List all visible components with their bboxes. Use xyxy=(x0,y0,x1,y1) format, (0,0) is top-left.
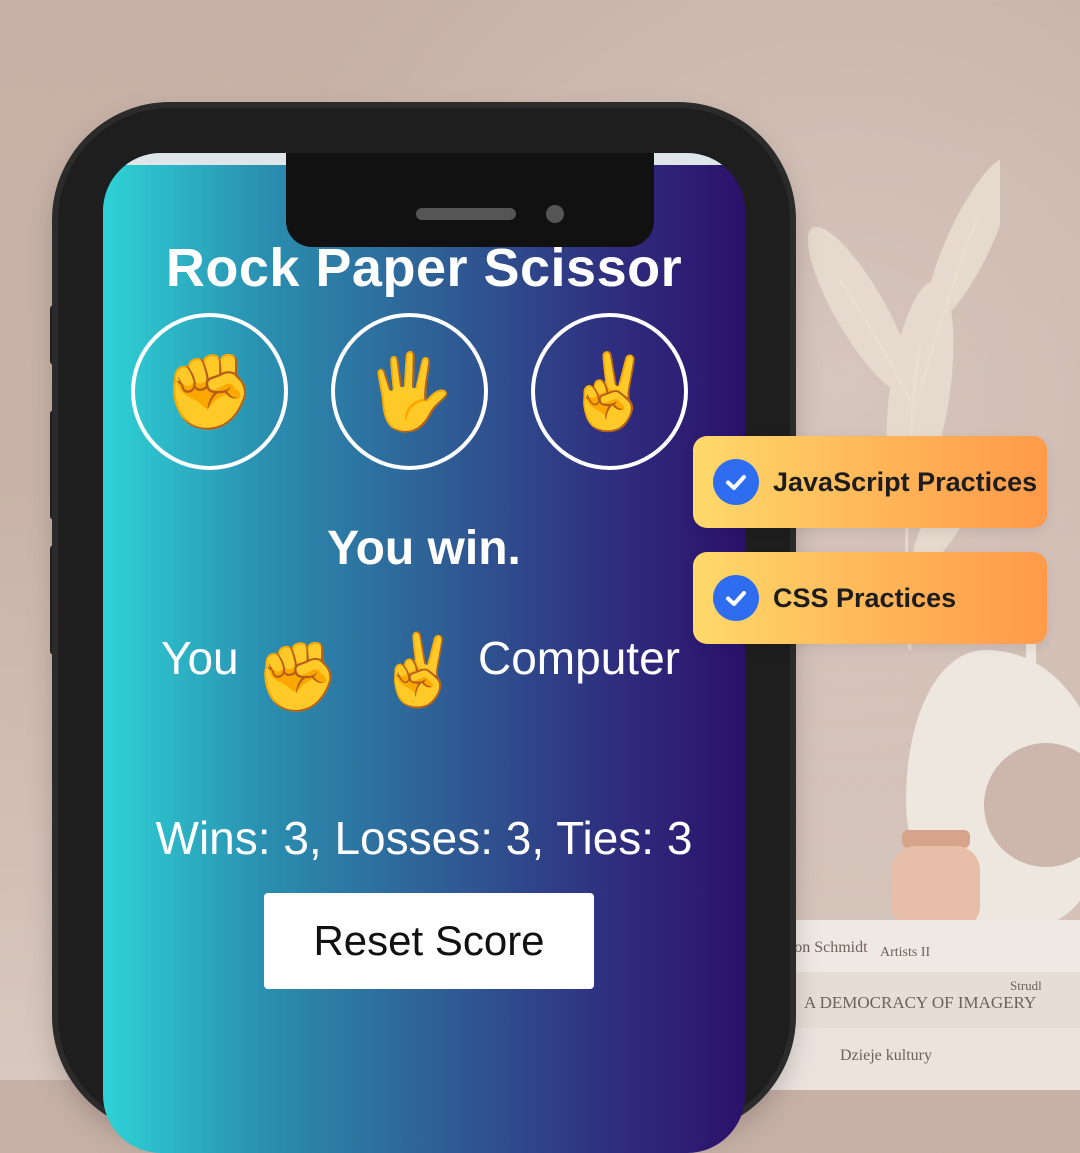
speaker-grille xyxy=(416,208,516,220)
score-text: Wins: 3, Losses: 3, Ties: 3 xyxy=(155,812,693,864)
moves-display: You ✊ ✌ Computer xyxy=(103,623,745,743)
books-decoration: son Schmidt Artists II A DEMOCRACY OF IM… xyxy=(770,920,1080,1090)
badge-css-practices: CSS Practices xyxy=(693,552,1047,644)
book-spine-5: Dzieje kultury xyxy=(840,1047,932,1064)
computer-label: Computer xyxy=(478,632,680,684)
reset-score-button[interactable]: Reset Score xyxy=(264,893,594,989)
book-spine-4: Strudl xyxy=(1010,978,1042,993)
phone-frame: Rock Paper Scissor ✊ 🖐 ✌ You win. You ✊ … xyxy=(58,108,790,1153)
front-camera xyxy=(546,205,564,223)
badge-javascript-practices: JavaScript Practices xyxy=(693,436,1047,528)
book-spine-2: Artists II xyxy=(880,945,931,960)
badge-label: JavaScript Practices xyxy=(773,466,1038,497)
book-spine-3: A DEMOCRACY OF IMAGERY xyxy=(804,993,1036,1012)
badge-label: CSS Practices xyxy=(773,582,957,613)
result-text: You win. xyxy=(327,522,521,575)
paper-button[interactable]: 🖐 xyxy=(331,313,488,470)
book-spine-1: son Schmidt xyxy=(788,939,868,956)
computer-move-icon: ✌ xyxy=(375,631,463,709)
victory-hand-icon: ✌ xyxy=(563,349,656,433)
rock-button[interactable]: ✊ xyxy=(131,313,288,470)
you-label: You xyxy=(161,632,239,684)
phone-screen: Rock Paper Scissor ✊ 🖐 ✌ You win. You ✊ … xyxy=(103,153,745,1153)
open-hand-icon: 🖐 xyxy=(363,349,456,433)
check-circle-icon xyxy=(713,459,759,505)
player-move-icon: ✊ xyxy=(255,639,340,715)
check-circle-icon xyxy=(713,575,759,621)
scissors-button[interactable]: ✌ xyxy=(531,313,688,470)
fist-icon: ✊ xyxy=(163,349,256,433)
phone-notch xyxy=(286,153,654,247)
